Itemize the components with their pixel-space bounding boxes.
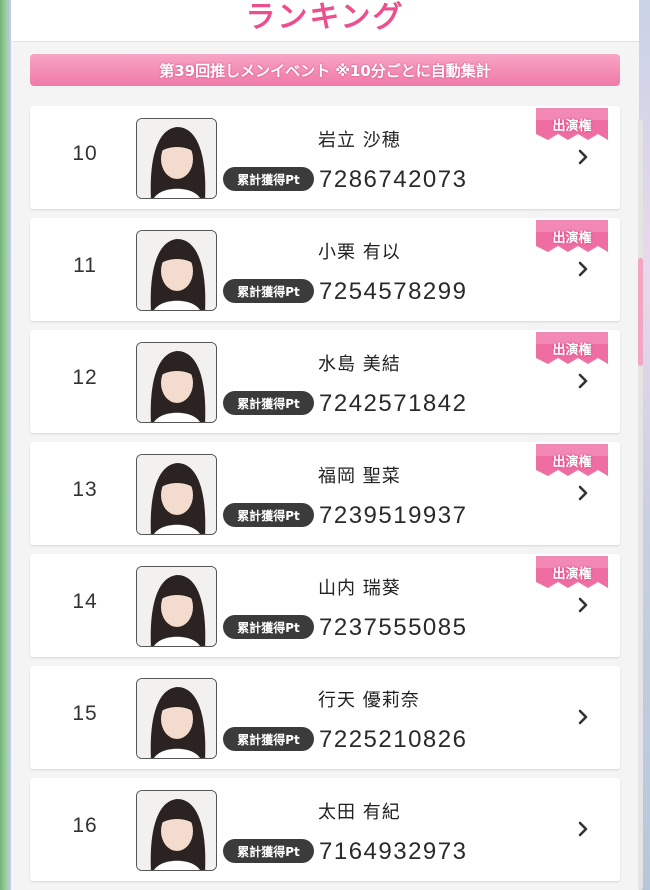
appearance-right-tag: 出演権 (534, 330, 610, 370)
points-value: 7286742073 (319, 166, 468, 193)
chevron-right-icon[interactable] (574, 148, 592, 166)
event-banner: 第39回推しメンイベント ※10分ごとに自動集計 (30, 54, 620, 86)
ranking-panel: ランキング 第39回推しメンイベント ※10分ごとに自動集計 10 累計獲得Pt 岩… (11, 0, 643, 890)
points-value: 7242571842 (319, 390, 468, 417)
member-name: 山内 瑞葵 (318, 578, 401, 599)
chevron-right-icon[interactable] (574, 708, 592, 726)
chevron-right-icon[interactable] (574, 260, 592, 278)
appearance-right-tag: 出演権 (534, 218, 610, 258)
member-photo[interactable] (136, 678, 217, 759)
ranking-row[interactable]: 10 累計獲得Pt 岩立 沙穂 7286742073 出演権 (30, 106, 620, 209)
ranking-row[interactable]: 11 累計獲得Pt 小栗 有以 7254578299 出演権 (30, 218, 620, 321)
member-photo[interactable] (136, 342, 217, 423)
ranking-row[interactable]: 14 累計獲得Pt 山内 瑞葵 7237555085 出演権 (30, 554, 620, 657)
appearance-right-tag: 出演権 (534, 106, 610, 146)
rank-number: 10 (72, 142, 98, 165)
chevron-right-icon[interactable] (574, 820, 592, 838)
rank-number: 13 (72, 478, 98, 501)
member-name: 岩立 沙穂 (318, 130, 401, 151)
rank-number: 15 (72, 702, 98, 725)
member-photo[interactable] (136, 790, 217, 871)
page-title: ランキング (245, 0, 405, 35)
points-value: 7164932973 (319, 838, 468, 865)
member-photo[interactable] (136, 118, 217, 199)
chevron-right-icon[interactable] (574, 372, 592, 390)
member-photo[interactable] (136, 230, 217, 311)
member-name: 太田 有紀 (318, 802, 401, 823)
member-photo[interactable] (136, 566, 217, 647)
points-value: 7237555085 (319, 614, 468, 641)
cumulative-points-badge: 累計獲得Pt (223, 839, 314, 863)
ranking-row[interactable]: 13 累計獲得Pt 福岡 聖菜 7239519937 出演権 (30, 442, 620, 545)
chevron-right-icon[interactable] (574, 596, 592, 614)
cumulative-points-badge: 累計獲得Pt (223, 279, 314, 303)
rank-number: 16 (72, 814, 98, 837)
tag-label: 出演権 (552, 455, 592, 470)
cumulative-points-badge: 累計獲得Pt (223, 391, 314, 415)
points-value: 7254578299 (319, 278, 468, 305)
tag-label: 出演権 (552, 567, 592, 582)
chevron-right-icon[interactable] (574, 484, 592, 502)
cumulative-points-badge: 累計獲得Pt (223, 615, 314, 639)
member-name: 福岡 聖菜 (318, 466, 401, 487)
cumulative-points-badge: 累計獲得Pt (223, 167, 314, 191)
member-name: 小栗 有以 (318, 242, 401, 263)
rank-number: 12 (72, 366, 98, 389)
cumulative-points-badge: 累計獲得Pt (223, 503, 314, 527)
ranking-row[interactable]: 16 累計獲得Pt 太田 有紀 7164932973 (30, 778, 620, 881)
ranking-row[interactable]: 12 累計獲得Pt 水島 美結 7242571842 出演権 (30, 330, 620, 433)
header: ランキング (11, 0, 639, 42)
member-name: 行天 優莉奈 (318, 690, 420, 711)
scrollbar-track[interactable] (638, 120, 643, 890)
appearance-right-tag: 出演権 (534, 442, 610, 482)
tag-label: 出演権 (552, 343, 592, 358)
rank-number: 11 (73, 254, 97, 277)
points-value: 7225210826 (319, 726, 468, 753)
appearance-right-tag: 出演権 (534, 554, 610, 594)
tag-label: 出演権 (552, 119, 592, 134)
ranking-row[interactable]: 15 累計獲得Pt 行天 優莉奈 7225210826 (30, 666, 620, 769)
scrollbar-thumb[interactable] (638, 258, 643, 366)
points-value: 7239519937 (319, 502, 468, 529)
rank-number: 14 (72, 590, 98, 613)
cumulative-points-badge: 累計獲得Pt (223, 727, 314, 751)
member-name: 水島 美結 (318, 354, 401, 375)
member-photo[interactable] (136, 454, 217, 535)
tag-label: 出演権 (552, 231, 592, 246)
